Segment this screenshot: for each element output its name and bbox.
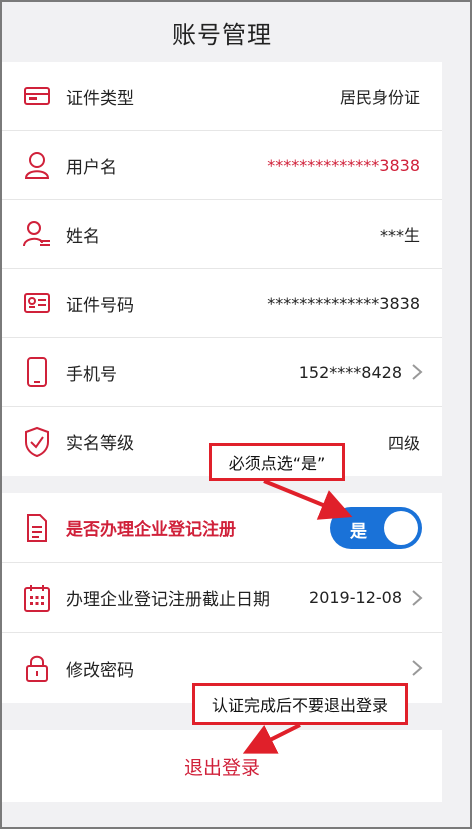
- toggle-text: 是: [350, 521, 367, 542]
- row-value: 四级: [387, 433, 420, 453]
- row-value: 152****8428: [298, 362, 402, 382]
- person-list-icon: [22, 219, 52, 249]
- id-badge-icon: [22, 288, 52, 318]
- phone-icon: [22, 357, 52, 387]
- row-label: 实名等级: [66, 434, 134, 454]
- document-icon: [22, 513, 52, 543]
- row-name: 姓名 ***生: [2, 200, 442, 269]
- row-label: 修改密码: [66, 660, 134, 681]
- phone-screen: 账号管理 证件类型 居民身份证 用户名 **************3838 姓…: [0, 0, 472, 829]
- row-enterprise-register: 是否办理企业登记注册 是: [2, 493, 442, 563]
- row-label: 姓名: [66, 226, 100, 247]
- row-id-type: 证件类型 居民身份证: [2, 62, 442, 131]
- row-id-number: 证件号码 **************3838: [2, 269, 442, 338]
- page-title: 账号管理: [172, 20, 272, 49]
- row-phone[interactable]: 手机号 152****8428: [2, 338, 442, 407]
- shield-check-icon: [22, 426, 52, 457]
- row-label: 手机号: [66, 364, 117, 385]
- row-label: 证件号码: [66, 295, 134, 316]
- row-label: 用户名: [66, 157, 117, 178]
- chevron-right-icon: [412, 660, 423, 676]
- enterprise-register-toggle[interactable]: 是: [330, 506, 422, 549]
- annotation-text: 认证完成后不要退出登录: [211, 696, 388, 715]
- id-card-icon: [22, 81, 52, 111]
- enterprise-section: 是否办理企业登记注册 是 办理企业登记注册截止日期 2019-12-08 修改密…: [2, 493, 442, 703]
- annotation-text: 必须点选“是”: [228, 454, 326, 473]
- chevron-right-icon: [412, 364, 423, 380]
- row-value: **************3838: [267, 293, 420, 313]
- row-value: ***生: [379, 226, 420, 245]
- toggle-knob: [384, 510, 418, 545]
- user-icon: [22, 150, 52, 180]
- logout-label: 退出登录: [183, 756, 260, 779]
- row-value: 居民身份证: [339, 88, 420, 107]
- row-label: 办理企业登记注册截止日期: [66, 590, 270, 610]
- account-info-section: 证件类型 居民身份证 用户名 **************3838 姓名 ***…: [2, 62, 442, 476]
- row-value: **************3838: [267, 155, 420, 175]
- row-username: 用户名 **************3838: [2, 131, 442, 200]
- calendar-icon: [22, 583, 52, 613]
- lock-icon: [22, 653, 52, 683]
- row-value: 2019-12-08: [309, 588, 402, 607]
- chevron-right-icon: [412, 589, 423, 606]
- top-bar: 账号管理: [2, 2, 442, 62]
- row-label: 证件类型: [66, 88, 134, 109]
- logout-button[interactable]: 退出登录: [2, 730, 442, 802]
- row-deadline-date[interactable]: 办理企业登记注册截止日期 2019-12-08: [2, 563, 442, 633]
- annotation-no-logout: 认证完成后不要退出登录: [192, 683, 408, 725]
- row-label: 是否办理企业登记注册: [66, 520, 236, 540]
- annotation-must-click: 必须点选“是”: [209, 443, 345, 481]
